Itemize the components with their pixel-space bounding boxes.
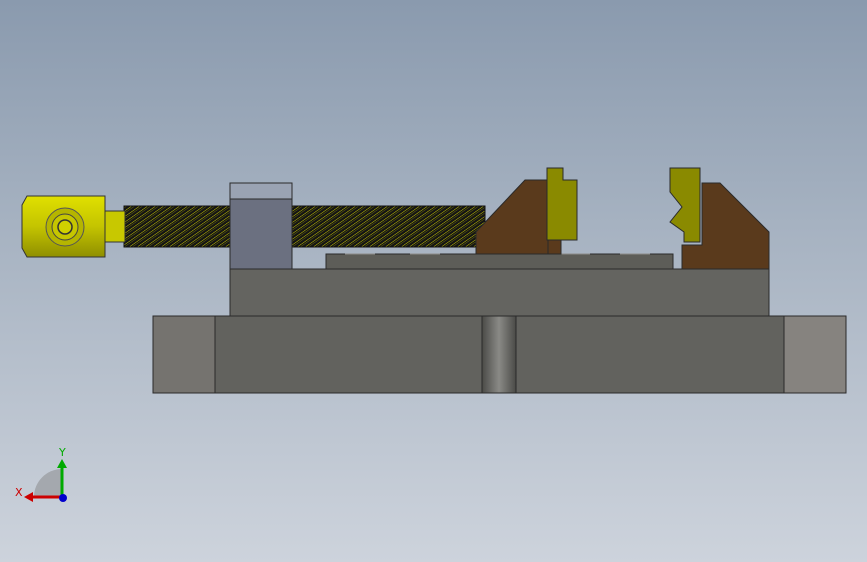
y-axis-label: Y	[58, 446, 66, 459]
x-axis-arrow	[24, 492, 33, 502]
screw-bearing-block[interactable]	[229, 182, 293, 270]
z-axis-dot	[59, 494, 67, 502]
base-right-cap	[783, 315, 847, 394]
cad-viewport[interactable]: Y X	[0, 0, 867, 562]
base-center-slot	[481, 315, 517, 394]
lead-screw[interactable]	[123, 205, 486, 248]
fixed-jaw-plate[interactable]	[669, 167, 701, 243]
y-axis-arrow	[57, 459, 67, 468]
coordinate-triad: Y X	[15, 446, 67, 502]
handle-knob[interactable]	[21, 195, 126, 258]
bearing-block-cap	[229, 182, 293, 200]
base-plate[interactable]	[152, 315, 847, 394]
movable-jaw-plate[interactable]	[546, 167, 578, 241]
base-left-cap	[152, 315, 216, 394]
slide-rail[interactable]	[325, 253, 674, 270]
x-axis-label: X	[15, 486, 23, 499]
vise-body[interactable]	[229, 268, 770, 317]
triad-plane	[34, 469, 62, 497]
vise-assembly-drawing: Y X	[15, 167, 847, 502]
